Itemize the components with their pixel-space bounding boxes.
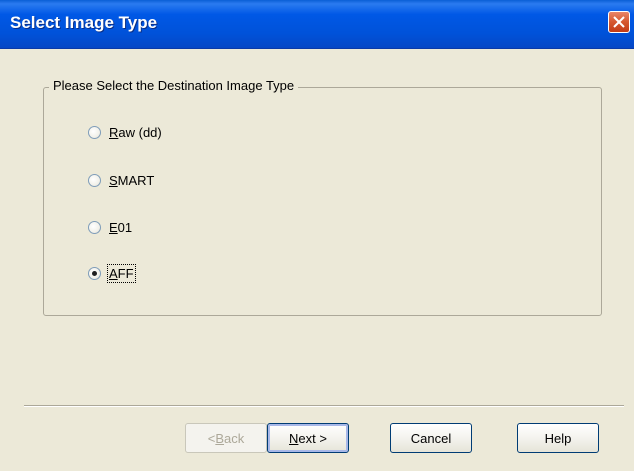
close-button[interactable] (608, 11, 630, 33)
radio-label-aff[interactable]: AFF (107, 263, 136, 283)
select-image-type-dialog: Select Image Type Please Select the Dest… (0, 0, 634, 471)
group-legend: Please Select the Destination Image Type (49, 78, 299, 93)
radio-button-smart[interactable] (88, 173, 101, 187)
button-separator (24, 405, 624, 407)
window-title: Select Image Type (10, 13, 158, 32)
radio-button-e01[interactable] (88, 220, 101, 234)
title-bar[interactable]: Select Image Type (0, 0, 634, 49)
radio-button-raw[interactable] (88, 125, 101, 139)
cancel-button[interactable]: Cancel (390, 423, 472, 453)
radio-label-e01[interactable]: E01 (109, 220, 132, 235)
radio-label-raw[interactable]: Raw (dd) (109, 125, 162, 140)
back-button[interactable]: < Back (185, 423, 267, 453)
radio-label-smart[interactable]: SMART (109, 173, 154, 188)
radio-button-aff[interactable] (88, 266, 101, 280)
radio-option-raw[interactable]: Raw (dd) (88, 123, 162, 141)
radio-option-e01[interactable]: E01 (88, 218, 132, 236)
close-icon (613, 16, 625, 28)
help-button[interactable]: Help (517, 423, 599, 453)
radio-option-smart[interactable]: SMART (88, 171, 154, 189)
radio-option-aff[interactable]: AFF (88, 263, 136, 283)
next-button[interactable]: Next > (267, 423, 349, 453)
